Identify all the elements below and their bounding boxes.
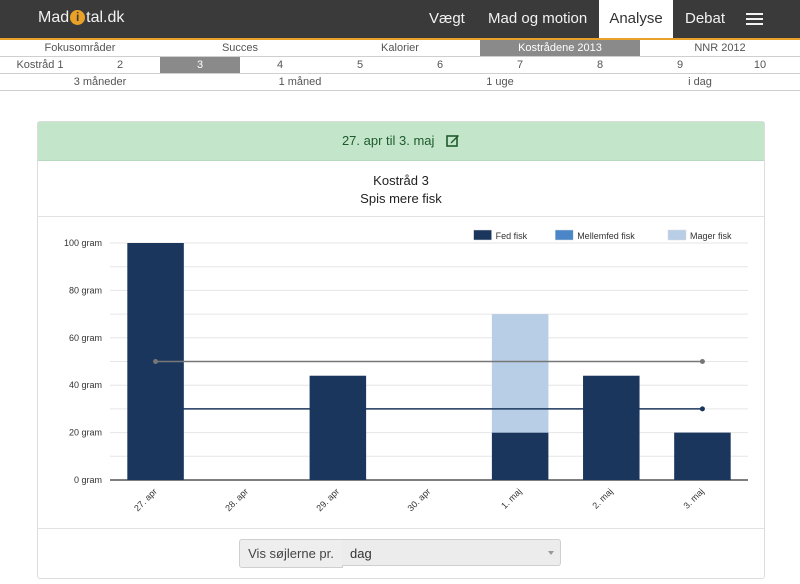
tab-kostraad-9[interactable]: 9 <box>640 57 720 73</box>
tab-kalorier[interactable]: Kalorier <box>320 40 480 56</box>
bar-mager-fisk <box>491 314 549 433</box>
bar-grouping-label: Vis søjlerne pr. <box>239 539 343 568</box>
y-tick-label: 40 gram <box>69 380 102 390</box>
tab-kostraad-2[interactable]: 2 <box>80 57 160 73</box>
legend-label: Fed fisk <box>496 231 528 241</box>
tab-kostraad-1[interactable]: Kostråd 1 <box>0 57 80 73</box>
y-tick-label: 80 gram <box>69 285 102 295</box>
nav-item-mad-og-motion[interactable]: Mad og motion <box>488 0 587 38</box>
y-tick-label: 60 gram <box>69 333 102 343</box>
period-tabs: 3 måneder 1 måned 1 uge i dag <box>0 74 800 91</box>
reference-line-marker <box>153 359 159 364</box>
tab-1-uge[interactable]: 1 uge <box>400 74 600 90</box>
y-tick-label: 20 gram <box>69 428 102 438</box>
site-logo[interactable]: Mad i tal.dk <box>38 9 124 27</box>
bar-grouping-select[interactable]: dag <box>342 539 561 566</box>
fish-intake-chart: 0 gram 20 gram 40 gram 60 gram 80 gram 100 gr… <box>64 229 748 513</box>
logo-info-dot-icon: i <box>70 10 86 25</box>
date-range-header[interactable]: 27. apr til 3. maj <box>38 122 764 161</box>
reference-line-marker <box>153 406 159 412</box>
kostraad-number-tabs: Kostråd 1 2 3 4 5 6 7 8 9 10 <box>0 57 800 74</box>
bar-fed-fisk <box>491 432 549 480</box>
x-tick-label: 3. maj <box>681 486 705 510</box>
tab-i-dag[interactable]: i dag <box>600 74 800 90</box>
tab-kostraadene-2013[interactable]: Kostrådene 2013 <box>480 40 640 56</box>
tab-kostraad-3[interactable]: 3 <box>160 57 240 73</box>
tab-kostraad-10[interactable]: 10 <box>720 57 800 73</box>
legend-label: Mellemfed fisk <box>577 231 635 241</box>
bar-fed-fisk <box>674 432 731 480</box>
tab-nnr-2012[interactable]: NNR 2012 <box>640 40 800 56</box>
tab-kostraad-4[interactable]: 4 <box>240 57 320 73</box>
tab-fokusomraader[interactable]: Fokusområder <box>0 40 160 56</box>
chart-panel: 27. apr til 3. maj Kostråd 3 Spis mere f… <box>37 121 765 579</box>
y-tick-label: 100 gram <box>64 238 102 248</box>
analysis-category-tabs: Fokusområder Succes Kalorier Kostrådene … <box>0 40 800 57</box>
date-range-label: 27. apr til 3. maj <box>341 133 435 148</box>
tab-kostraad-6[interactable]: 6 <box>400 57 480 73</box>
x-tick-label: 1. maj <box>499 486 523 510</box>
legend-swatch <box>667 229 687 241</box>
nav-item-vaegt[interactable]: Vægt <box>429 0 465 38</box>
tab-1-maaned[interactable]: 1 måned <box>200 74 400 90</box>
legend-label: Mager fisk <box>690 231 732 241</box>
bar-grouping-value: dag <box>350 546 372 561</box>
x-tick-label: 2. maj <box>590 486 614 510</box>
tab-kostraad-5[interactable]: 5 <box>320 57 400 73</box>
tab-kostraad-7[interactable]: 7 <box>480 57 560 73</box>
y-tick-label: 0 gram <box>74 475 102 485</box>
hamburger-menu-icon[interactable] <box>746 13 763 25</box>
reference-line-marker <box>699 359 705 364</box>
nav-item-debat[interactable]: Debat <box>685 0 725 38</box>
x-tick-label: 27. apr <box>132 486 159 513</box>
tab-3-maaneder[interactable]: 3 måneder <box>0 74 200 90</box>
footer-divider <box>38 528 764 529</box>
logo-text-end: tal.dk <box>86 9 125 26</box>
edit-icon[interactable] <box>446 133 460 147</box>
reference-line-marker <box>699 406 705 412</box>
legend-swatch <box>473 229 492 241</box>
bar-fed-fisk <box>583 375 640 480</box>
x-tick-label: 30. apr <box>406 486 433 513</box>
chart-heading: Kostråd 3 Spis mere fisk <box>38 172 764 208</box>
title-divider <box>38 216 764 217</box>
nav-item-analyse[interactable]: Analyse <box>599 0 673 38</box>
tab-succes[interactable]: Succes <box>160 40 320 56</box>
top-navbar: Mad i tal.dk Vægt Mad og motion Analyse De… <box>0 0 800 38</box>
tab-kostraad-8[interactable]: 8 <box>560 57 640 73</box>
chart-subtitle: Spis mere fisk <box>360 191 442 206</box>
chart-title: Kostråd 3 <box>373 173 429 188</box>
x-tick-label: 28. apr <box>223 486 250 513</box>
chevron-down-icon <box>548 551 554 555</box>
x-tick-label: 29. apr <box>314 486 341 513</box>
bar-fed-fisk <box>309 375 367 480</box>
legend-swatch <box>554 229 574 241</box>
logo-text-start: Mad <box>38 9 70 26</box>
